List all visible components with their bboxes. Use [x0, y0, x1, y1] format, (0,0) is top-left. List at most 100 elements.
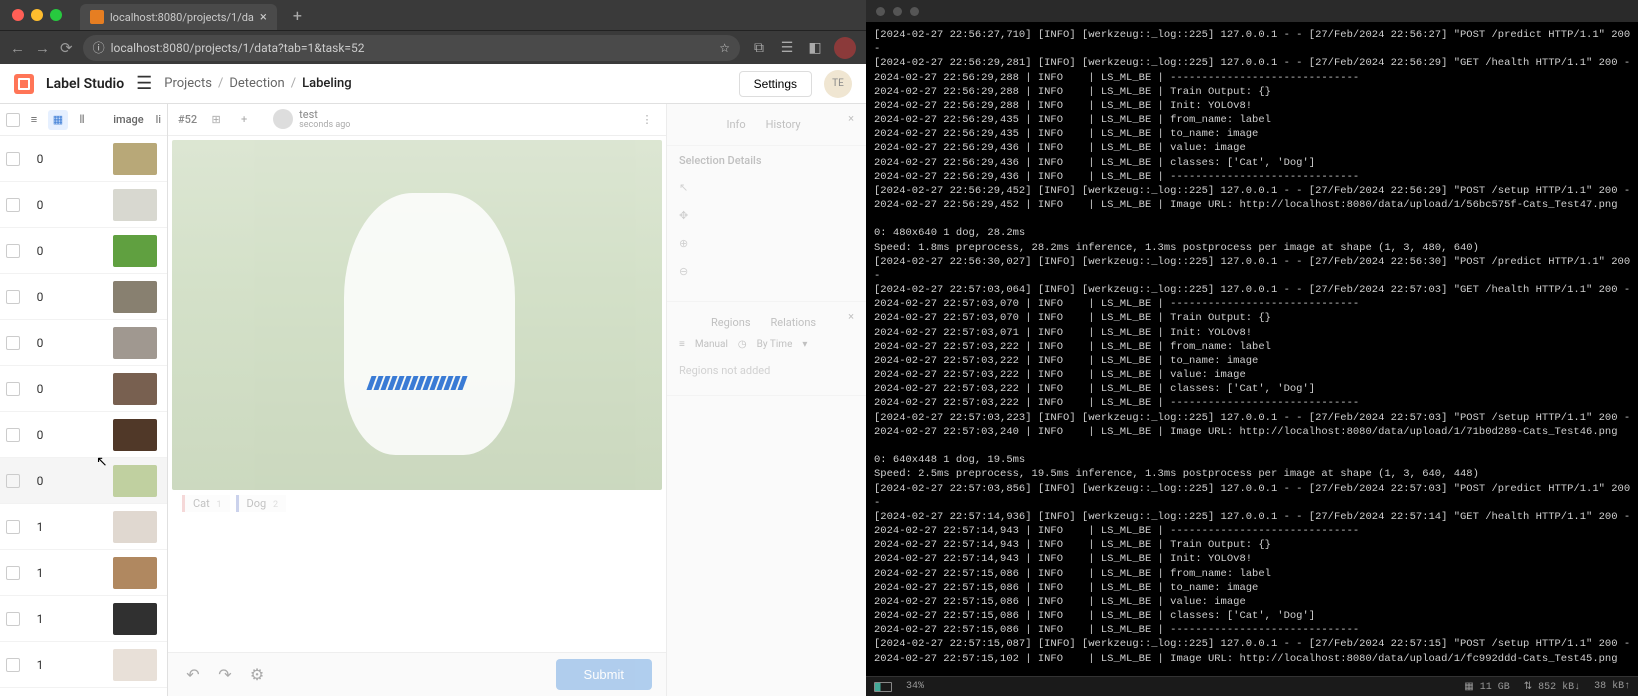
task-row[interactable]: 1 — [0, 596, 167, 642]
breadcrumb-detection[interactable]: Detection — [229, 76, 284, 91]
author-time: seconds ago — [299, 121, 350, 131]
panel-close-icon[interactable]: × — [848, 310, 854, 323]
task-row[interactable]: 0 — [0, 458, 167, 504]
task-checkbox[interactable] — [6, 336, 20, 350]
task-row[interactable]: 0 — [0, 182, 167, 228]
term-min-button[interactable] — [893, 7, 902, 16]
net-up: 38 kB↑ — [1594, 681, 1630, 693]
user-avatar[interactable]: TE — [824, 70, 852, 98]
tab-history[interactable]: History — [766, 118, 801, 131]
terminal-titlebar — [866, 0, 1638, 22]
canvas-body[interactable]: Cat 1 Dog 2 — [168, 136, 666, 652]
minimize-window-button[interactable] — [31, 9, 43, 21]
task-row[interactable]: 0 — [0, 274, 167, 320]
term-close-button[interactable] — [876, 7, 885, 16]
task-list-header: ≡ ▦ ⦀ image li — [0, 104, 167, 136]
devtools-icon[interactable]: ☰ — [778, 39, 796, 57]
chevron-down-icon[interactable]: ▾ — [802, 339, 807, 350]
task-annotation-count: 0 — [30, 336, 50, 350]
task-row[interactable]: 1 — [0, 504, 167, 550]
app-header: Label Studio ☰ Projects / Detection / La… — [0, 64, 866, 104]
task-checkbox[interactable] — [6, 566, 20, 580]
task-row[interactable]: 0 — [0, 366, 167, 412]
sidepanel-icon[interactable]: ◧ — [806, 39, 824, 57]
undo-icon[interactable]: ↶ — [182, 664, 204, 686]
task-checkbox[interactable] — [6, 290, 20, 304]
breadcrumb-projects[interactable]: Projects — [164, 76, 212, 91]
tab-info[interactable]: Info — [726, 118, 745, 131]
grid-tool-icon[interactable]: ⊞ — [207, 111, 225, 129]
tab-relations[interactable]: Relations — [771, 316, 817, 329]
label-dog[interactable]: Dog 2 — [236, 495, 286, 512]
add-tool-icon[interactable]: + — [235, 111, 253, 129]
browser-window: localhost:8080/projects/1/da × + ← → ⟳ ⓘ… — [0, 0, 866, 696]
breadcrumb-sep: / — [291, 76, 296, 91]
task-checkbox[interactable] — [6, 474, 20, 488]
view-list-icon[interactable]: ≡ — [24, 110, 44, 130]
filter-bytime[interactable]: By Time — [757, 339, 793, 350]
task-annotation-count: 1 — [30, 612, 50, 626]
settings-button[interactable]: Settings — [739, 71, 812, 97]
task-checkbox[interactable] — [6, 198, 20, 212]
tab-regions[interactable]: Regions — [711, 316, 751, 329]
zoom-out-icon[interactable]: ⊖ — [679, 265, 697, 283]
image-subject — [344, 193, 516, 456]
task-checkbox[interactable] — [6, 658, 20, 672]
task-image[interactable] — [172, 140, 662, 490]
settings-tool-icon[interactable]: ⚙ — [246, 664, 268, 686]
bookmark-icon[interactable]: ☆ — [719, 41, 730, 55]
task-checkbox[interactable] — [6, 428, 20, 442]
task-row[interactable]: 1 — [0, 642, 167, 688]
task-annotation-count: 1 — [30, 566, 50, 580]
view-grid-icon[interactable]: ▦ — [48, 110, 68, 130]
pointer-tool-icon[interactable]: ↖ — [679, 181, 697, 199]
view-cols-icon[interactable]: ⦀ — [72, 110, 92, 130]
new-tab-button[interactable]: + — [293, 6, 302, 25]
tab-close-icon[interactable]: × — [260, 10, 267, 25]
task-annotation-count: 1 — [30, 520, 50, 534]
label-tags: Cat 1 Dog 2 — [182, 495, 286, 512]
extensions-icon[interactable]: ⧉ — [750, 39, 768, 57]
terminal-output[interactable]: [2024-02-27 22:56:27,710] [INFO] [werkze… — [866, 22, 1638, 676]
filter-manual[interactable]: Manual — [695, 339, 728, 350]
regions-section: × Regions Relations ≡ Manual ◷ By Time ▾… — [667, 302, 866, 396]
task-row[interactable]: 0 — [0, 412, 167, 458]
task-checkbox[interactable] — [6, 520, 20, 534]
task-checkbox[interactable] — [6, 382, 20, 396]
redo-icon[interactable]: ↷ — [214, 664, 236, 686]
menu-toggle-icon[interactable]: ☰ — [136, 73, 152, 94]
more-menu-icon[interactable]: ⋮ — [638, 111, 656, 129]
app-logo-icon[interactable] — [14, 74, 34, 94]
profile-avatar[interactable] — [834, 37, 856, 59]
task-list[interactable]: 0 0 0 0 0 0 0 0 1 1 1 1 — [0, 136, 167, 696]
browser-tab[interactable]: localhost:8080/projects/1/da × — [80, 4, 277, 30]
back-button[interactable]: ← — [10, 39, 25, 57]
task-thumbnail — [113, 419, 157, 451]
panel-close-icon[interactable]: × — [848, 112, 854, 125]
select-all-checkbox[interactable] — [6, 113, 20, 127]
maximize-window-button[interactable] — [50, 9, 62, 21]
col-image[interactable]: image — [113, 113, 143, 126]
task-row[interactable]: 1 — [0, 550, 167, 596]
battery-icon — [874, 682, 892, 692]
reload-button[interactable]: ⟳ — [60, 39, 73, 57]
col-li[interactable]: li — [156, 113, 161, 126]
close-window-button[interactable] — [12, 9, 24, 21]
term-max-button[interactable] — [910, 7, 919, 16]
task-row[interactable]: 0 — [0, 228, 167, 274]
label-cat[interactable]: Cat 1 — [182, 495, 230, 512]
task-checkbox[interactable] — [6, 612, 20, 626]
forward-button[interactable]: → — [35, 39, 50, 57]
site-info-icon[interactable]: ⓘ — [93, 39, 105, 56]
task-annotation-count: 0 — [30, 152, 50, 166]
task-row[interactable]: 0 — [0, 136, 167, 182]
annotation-canvas: #52 ⊞ + test seconds ago ⋮ — [168, 104, 666, 696]
task-row[interactable]: 0 — [0, 320, 167, 366]
move-tool-icon[interactable]: ✥ — [679, 209, 697, 227]
zoom-in-icon[interactable]: ⊕ — [679, 237, 697, 255]
selection-section: Selection Details ↖ ✥ ⊕ ⊖ — [667, 146, 866, 302]
submit-button[interactable]: Submit — [556, 659, 652, 690]
task-checkbox[interactable] — [6, 244, 20, 258]
task-checkbox[interactable] — [6, 152, 20, 166]
url-bar[interactable]: ⓘ localhost:8080/projects/1/data?tab=1&t… — [83, 35, 740, 61]
